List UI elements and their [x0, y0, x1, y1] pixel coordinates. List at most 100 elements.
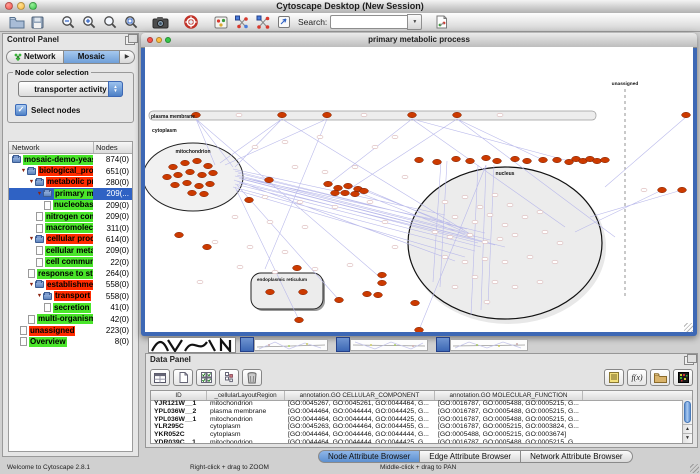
graph-node[interactable]	[367, 200, 373, 204]
graph-node[interactable]	[411, 300, 420, 305]
graph-node[interactable]	[183, 180, 192, 185]
tab-network[interactable]: Network	[6, 50, 63, 64]
graph-node[interactable]	[392, 135, 398, 139]
graph-node[interactable]	[297, 200, 303, 204]
search-field[interactable]	[330, 15, 407, 29]
tree-row[interactable]: secretion41(0)	[9, 302, 132, 313]
graph-node[interactable]	[198, 172, 207, 177]
table-column-header[interactable]: annotation.GO MOLECULAR_FUNCTION	[435, 391, 583, 400]
graph-node[interactable]	[203, 244, 212, 249]
tree-row[interactable]: multi-organism pro42(0)	[9, 313, 132, 324]
tree-column-nodes[interactable]: Nodes	[94, 143, 132, 152]
tree-row[interactable]: ▼primary metabo209(...	[9, 188, 132, 199]
scroll-down-button[interactable]: ▼	[683, 433, 692, 443]
background-window-preview-1[interactable]	[254, 339, 328, 351]
save-session-button[interactable]	[27, 14, 48, 31]
graph-node[interactable]	[206, 181, 215, 186]
graph-node[interactable]	[402, 175, 408, 179]
graph-node[interactable]	[482, 155, 491, 160]
tab-edge-attribute-browser[interactable]: Edge Attribute Browser	[420, 450, 521, 463]
tree-expand-arrow[interactable]: ▼	[28, 282, 35, 288]
graph-node[interactable]	[462, 195, 468, 199]
graph-node[interactable]	[552, 260, 558, 264]
window-resize-grip[interactable]	[690, 464, 699, 473]
background-window-preview-2[interactable]	[350, 339, 428, 351]
zoom-in-button[interactable]	[78, 14, 99, 31]
graph-node[interactable]	[658, 187, 667, 192]
graph-node[interactable]	[452, 156, 461, 161]
graph-node[interactable]	[360, 188, 369, 193]
graph-node[interactable]	[433, 159, 442, 164]
graph-node[interactable]	[236, 113, 242, 117]
graph-node[interactable]	[265, 177, 274, 182]
annotation-button[interactable]	[273, 14, 294, 31]
graph-node[interactable]	[382, 220, 388, 224]
background-window-edge-1[interactable]	[240, 337, 254, 352]
graph-node[interactable]	[477, 205, 483, 209]
tree-row[interactable]: mosaic-demo-yeast874(0)	[9, 154, 132, 165]
table-row[interactable]: YKR052Ccytoplasm[GO:0044464, GO:0044446,…	[151, 431, 682, 439]
tree-row[interactable]: ▼cellular process614(0)	[9, 234, 132, 245]
graph-node[interactable]	[492, 193, 498, 197]
select-attributes-button[interactable]	[196, 369, 216, 386]
vizmapper-button[interactable]	[210, 14, 231, 31]
graph-node[interactable]	[466, 158, 475, 163]
network-window-titlebar[interactable]: primary metabolic process	[141, 33, 697, 48]
graph-node[interactable]	[678, 187, 687, 192]
graph-node[interactable]	[557, 241, 563, 245]
graph-node[interactable]	[507, 203, 513, 207]
graph-node[interactable]	[487, 213, 493, 217]
graph-node[interactable]	[484, 300, 490, 304]
graph-node[interactable]	[502, 260, 508, 264]
graph-node[interactable]	[467, 233, 473, 237]
graph-node[interactable]	[193, 158, 202, 163]
scrollbar-thumb[interactable]	[684, 401, 691, 423]
table-row[interactable]: YLR295Ccytoplasm[GO:0045263, GO:0044464,…	[151, 423, 682, 431]
graph-node[interactable]	[195, 183, 204, 188]
table-column-header[interactable]: annotation.GO CELLULAR_COMPONENT	[285, 391, 435, 400]
new-attribute-button[interactable]	[173, 369, 193, 386]
tree-row[interactable]: macromolecule311(0)	[9, 222, 132, 233]
import-attributes-button[interactable]	[650, 369, 670, 386]
tree-expand-arrow[interactable]: ▼	[28, 236, 35, 242]
graph-node[interactable]	[186, 169, 195, 174]
tree-expand-arrow[interactable]: ▼	[36, 191, 43, 197]
table-row[interactable]: YPL036W__2plasma membrane[GO:0044464, GO…	[151, 408, 682, 416]
graph-node[interactable]	[332, 205, 338, 209]
graph-node[interactable]	[341, 190, 350, 195]
graph-node[interactable]	[482, 240, 488, 244]
graph-node[interactable]	[392, 245, 398, 249]
unselect-attributes-button[interactable]	[219, 369, 239, 386]
graph-node[interactable]	[482, 257, 488, 261]
open-session-button[interactable]	[6, 14, 27, 31]
search-dropdown-button[interactable]: ▼	[407, 14, 422, 30]
graph-node[interactable]	[212, 240, 218, 244]
graph-node[interactable]	[237, 265, 243, 269]
graph-node[interactable]	[169, 164, 178, 169]
table-row[interactable]: YJR121W__1mitochondrion[GO:0045267, GO:0…	[151, 400, 682, 408]
network-window-resize-grip[interactable]	[684, 323, 693, 332]
network-canvas[interactable]: plasma membrane cytoplasm mitochondrion …	[145, 47, 693, 332]
graph-node[interactable]	[181, 160, 190, 165]
graph-node[interactable]	[497, 237, 503, 241]
tree-row[interactable]: ▼transport558(0)	[9, 291, 132, 302]
graph-node[interactable]	[347, 263, 353, 267]
graph-node[interactable]	[317, 135, 323, 139]
graph-node[interactable]	[163, 174, 172, 179]
table-column-header[interactable]: ID	[151, 391, 207, 400]
table-row[interactable]: YPL036W__1mitochondrion[GO:0044464, GO:0…	[151, 416, 682, 424]
graph-node[interactable]	[335, 297, 344, 302]
graph-node[interactable]	[593, 158, 602, 163]
background-window-preview-3[interactable]	[450, 339, 528, 351]
graph-node[interactable]	[351, 191, 360, 196]
graph-node[interactable]	[322, 170, 328, 174]
graph-node[interactable]	[262, 195, 268, 199]
graph-node[interactable]	[502, 223, 508, 227]
graph-node[interactable]	[188, 190, 197, 195]
graph-node[interactable]	[492, 280, 498, 284]
graph-node[interactable]	[442, 255, 448, 259]
graph-node[interactable]	[282, 140, 288, 144]
graph-node[interactable]	[497, 113, 503, 117]
graph-node[interactable]	[267, 220, 273, 224]
graph-node[interactable]	[312, 267, 318, 271]
